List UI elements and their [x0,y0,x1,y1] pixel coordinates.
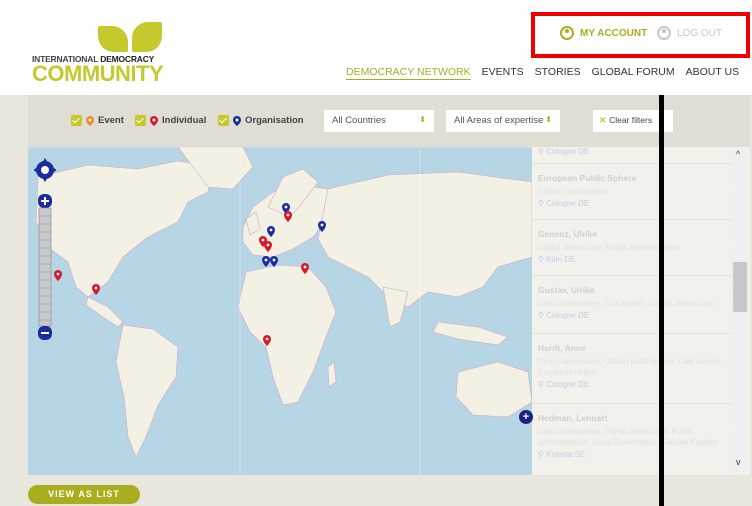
list-item-name: Genenz, Ulrike [538,229,598,239]
divider [532,275,732,276]
chevron-down-icon[interactable]: v [736,457,741,467]
list-item-location: ⚲ Köln DE [538,255,576,264]
select-arrows-icon: ⬍ [419,115,426,124]
list-item[interactable]: Gustav, Ulrike Direct democracy, Civil s… [538,285,738,320]
organisation-pin-icon [233,115,241,126]
my-account-label: MY ACCOUNT [580,27,648,39]
checkbox-checked-icon [135,115,146,126]
results-list-panel[interactable]: ⚲ Cologne DE European Public Sphere Citi… [532,147,750,475]
individual-filter-label: Individual [162,115,207,126]
areas-select-value: All Areas of expertise [454,115,544,126]
landmass-india [382,286,409,328]
divider [532,219,732,220]
nav-events[interactable]: EVENTS [482,66,524,78]
list-item-location: ⚲ Cologne DE [538,199,590,208]
my-account-link[interactable]: MY ACCOUNT [560,26,647,40]
zoom-in-icon[interactable] [38,194,52,208]
continent-asia [317,171,532,308]
organisation-filter-checkbox[interactable]: Organisation [218,115,304,126]
list-item-name: Hedman, Lennart [538,413,608,423]
location-text: Cologne DE [546,380,590,389]
user-icon [560,26,574,40]
organisation-pin[interactable] [262,256,270,267]
continent-africa [237,264,337,406]
landmass-madagascar [327,361,337,388]
world-map-svg [28,147,532,475]
logo-leaf-left [98,26,128,52]
select-arrows-icon: ⬍ [545,115,552,124]
list-item-tags: Digital democracy, Public administration [538,243,680,252]
world-map[interactable] [28,147,532,475]
location-text: Cologne DE [546,147,590,156]
scrollbar-thumb[interactable] [733,262,747,312]
list-item-tags: Citizen participation [538,187,608,196]
checkbox-checked-icon [218,115,229,126]
zoom-slider-track[interactable] [38,207,52,327]
location-text: Cologne DE [546,199,590,208]
account-highlight-box: MY ACCOUNT LOG OUT [531,12,750,58]
annotation-line [659,95,664,506]
list-item[interactable]: Hardt, Anne Direct democracy, Citizen pa… [538,343,738,389]
divider [532,403,732,404]
log-out-label: LOG OUT [677,27,723,39]
view-as-list-button[interactable]: VIEW AS LIST [28,485,140,504]
event-filter-checkbox[interactable]: Event [71,115,124,126]
individual-pin-icon [150,115,158,126]
list-item[interactable]: Hedman, Lennart Direct democracy, Digita… [538,413,738,459]
organisation-filter-label: Organisation [245,115,304,126]
list-item-location: ⚲ Cologne DE [538,147,590,156]
list-item-location: ⚲ Knivsta SE [538,450,586,459]
divider [532,333,732,334]
chevron-up-icon[interactable]: ^ [736,149,740,159]
individual-filter-checkbox[interactable]: Individual [135,115,206,126]
zoom-out-icon[interactable] [38,326,52,340]
list-item[interactable]: Genenz, Ulrike Digital democracy, Public… [538,229,738,264]
event-pin-icon [86,115,94,126]
nav-democracy-network[interactable]: DEMOCRACY NETWORK [346,66,471,78]
nav-global-forum[interactable]: GLOBAL FORUM [592,66,675,78]
pan-control-icon[interactable] [33,158,57,182]
location-text: Cologne DE [546,311,590,320]
landmass-indonesia [432,321,509,346]
list-item-tags: Direct democracy, Digital democracy, Pub… [538,427,719,447]
list-item-location: ⚲ Cologne DE [538,380,590,389]
logo-leaf-right [132,22,162,52]
event-filter-label: Event [98,115,124,126]
logo-line-2: COMMUNITY [32,61,164,86]
continent-australia [455,361,532,418]
list-item-name: Hardt, Anne [538,343,586,353]
expand-map-icon[interactable]: + [519,410,533,424]
filter-bar: Event Individual Organisation All Countr… [0,95,752,147]
list-scrollbar[interactable]: ^ v [732,147,748,475]
continent-south-america [115,324,179,458]
list-item-name: European Public Sphere [538,173,637,183]
main-nav: DEMOCRACY NETWORK EVENTS STORIES GLOBAL … [346,66,739,78]
map-zoom-control [33,155,57,345]
continent-central-america [85,296,124,328]
log-out-link[interactable]: LOG OUT [657,26,722,40]
nav-stories[interactable]: STORIES [535,66,581,78]
close-icon: ✕ [599,115,607,125]
divider [532,163,732,164]
list-item[interactable]: ⚲ Cologne DE [538,147,738,156]
list-item[interactable]: European Public Sphere Citizen participa… [538,173,738,208]
nav-about-us[interactable]: ABOUT US [686,66,739,78]
list-item-tags: Direct democracy, Civil society, Digital… [538,299,714,308]
location-text: Köln DE [546,255,576,264]
clear-filters-label: Clear filters [609,115,653,125]
location-text: Knivsta SE [546,450,586,459]
areas-select[interactable]: All Areas of expertise ⬍ [446,110,560,132]
site-header: INTERNATIONAL DEMOCRACY COMMUNITY MY ACC… [0,0,752,95]
countries-select[interactable]: All Countries ⬍ [324,110,434,132]
user-icon [657,26,671,40]
countries-select-value: All Countries [332,115,386,126]
checkbox-checked-icon [71,115,82,126]
site-logo[interactable]: INTERNATIONAL DEMOCRACY COMMUNITY [32,20,172,90]
list-item-tags: Direct democracy, Citizen participation,… [538,357,723,377]
continent-north-america [35,160,214,298]
list-item-name: Gustav, Ulrike [538,285,595,295]
list-item-location: ⚲ Cologne DE [538,311,590,320]
